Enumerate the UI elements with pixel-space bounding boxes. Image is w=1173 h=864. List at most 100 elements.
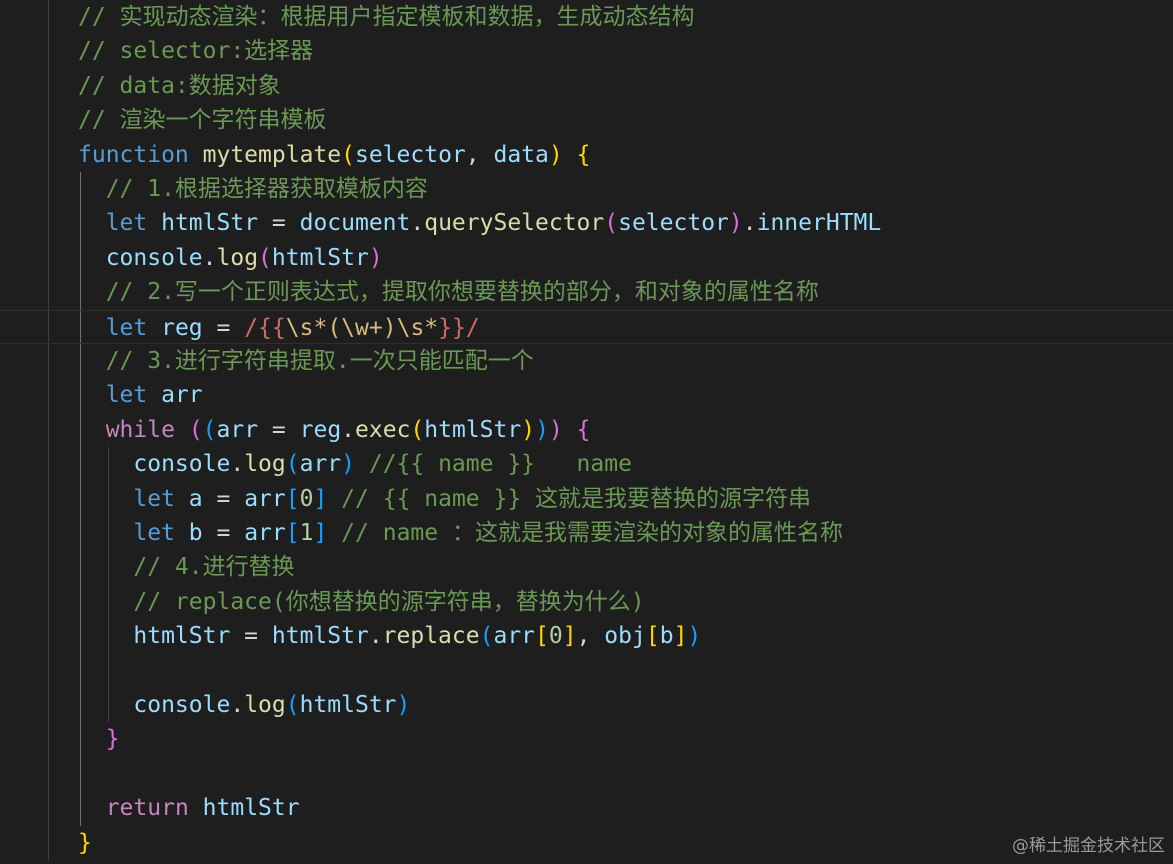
code-line-htmlstr-replace[interactable]: htmlStr = htmlStr.replace(arr[0], obj[b]… [0, 619, 1173, 653]
token: ] [313, 485, 328, 512]
token: \s [285, 314, 314, 341]
code-line-console-log-1[interactable]: console.log(htmlStr) [0, 241, 1173, 275]
code-line-let-b[interactable]: let b = arr[1] // name ：这就是我需要渲染的对象的属性名称 [0, 516, 1173, 550]
token: , [465, 141, 494, 168]
token: ( [410, 416, 425, 443]
code-line-while-loop[interactable]: while ((arr = reg.exec(htmlStr))) { [0, 413, 1173, 447]
code-line-let-htmlstr[interactable]: let htmlStr = document.querySelector(sel… [0, 206, 1173, 240]
token: // {{ name }} 这就是我要替换的源字符串 [327, 485, 812, 512]
token: 0 [299, 485, 314, 512]
token: // name ：这就是我需要渲染的对象的属性名称 [327, 520, 843, 546]
token: // 渲染一个字符串模板 [78, 107, 327, 134]
token: let [105, 210, 148, 237]
code-line-comment-data[interactable]: // data:数据对象 [0, 69, 1173, 103]
token: document [299, 210, 411, 237]
token: , [576, 623, 605, 650]
token: log [216, 244, 259, 271]
token: ( [285, 451, 300, 478]
token: htmlStr [271, 623, 369, 650]
token: ) [687, 623, 702, 650]
token: . [230, 451, 245, 478]
code-line-console-log-arr[interactable]: console.log(arr) //{{ name }} name [0, 447, 1173, 481]
token: [ [285, 485, 300, 512]
token: [ [535, 623, 549, 650]
token: + [368, 314, 383, 341]
code-line-let-reg[interactable]: let reg = /{{\s*(\w+)\s*}}/ [0, 309, 1173, 344]
token: = [258, 416, 300, 443]
token: ) [521, 416, 536, 443]
token: b [659, 623, 674, 650]
code-line-comment-step-1[interactable]: // 1.根据选择器获取模板内容 [0, 172, 1173, 206]
code-line-while-close[interactable]: } [0, 722, 1173, 756]
token: function [78, 141, 189, 168]
token: while [105, 416, 175, 443]
token: * [424, 314, 439, 341]
token: b [188, 520, 203, 546]
token: ( [202, 416, 217, 443]
token: // 1.根据选择器获取模板内容 [78, 176, 428, 202]
token: innerHTML [756, 210, 882, 237]
token: data [493, 141, 549, 168]
token: htmlStr [424, 416, 522, 443]
code-line-function-close[interactable]: } [0, 826, 1173, 860]
code-line-let-a[interactable]: let a = arr[0] // {{ name }} 这就是我要替换的源字符… [0, 482, 1173, 516]
token: htmlStr [133, 623, 231, 650]
token: obj [604, 623, 646, 650]
token: exec [355, 416, 411, 443]
token: ] [673, 623, 688, 650]
token: // 2.写一个正则表达式，提取你想要替换的部分，和对象的属性名称 [78, 279, 819, 306]
token: . [410, 210, 425, 237]
token: selector [354, 141, 466, 168]
code-line-function-declaration[interactable]: function mytemplate(selector, data) { [0, 138, 1173, 172]
token: ( [285, 692, 300, 718]
token: arr [161, 382, 203, 409]
token: }}/ [438, 314, 480, 341]
token: let [133, 485, 175, 512]
token: // data:数据对象 [78, 72, 281, 99]
token: arr [244, 485, 286, 512]
token: querySelector [424, 210, 605, 237]
code-line-comment-render-desc[interactable]: // 实现动态渲染：根据用户指定模板和数据，生成动态结构 [0, 0, 1173, 34]
token: { [576, 141, 591, 168]
token: return [105, 795, 189, 822]
token: // 3.进行字符串提取.一次只能匹配一个 [78, 348, 534, 374]
code-line-comment-template[interactable]: // 渲染一个字符串模板 [0, 103, 1173, 137]
token: ) [548, 141, 563, 168]
token: ) [382, 314, 397, 341]
token: let [105, 314, 148, 341]
token: = [258, 210, 300, 237]
code-line-blank-line-2[interactable] [0, 757, 1173, 791]
code-line-comment-step-2[interactable]: // 2.写一个正则表达式，提取你想要替换的部分，和对象的属性名称 [0, 275, 1173, 309]
token: 0 [548, 623, 563, 650]
token: \s [396, 314, 425, 341]
token: . [368, 623, 383, 650]
token: a [188, 485, 203, 512]
token: \w [341, 314, 369, 341]
code-line-blank-line-1[interactable] [0, 654, 1173, 688]
code-line-let-arr[interactable]: let arr [0, 378, 1173, 412]
code-line-comment-step-3[interactable]: // 3.进行字符串提取.一次只能匹配一个 [0, 344, 1173, 378]
code-line-comment-replace[interactable]: // replace(你想替换的源字符串，替换为什么) [0, 585, 1173, 619]
code-line-comment-selector[interactable]: // selector:选择器 [0, 34, 1173, 68]
code-line-comment-step-4[interactable]: // 4.进行替换 [0, 550, 1173, 584]
token: let [133, 520, 175, 546]
token: mytemplate [202, 141, 342, 168]
token: } [105, 726, 120, 753]
code-line-return-statement[interactable]: return htmlStr [0, 791, 1173, 825]
token: // selector:选择器 [78, 38, 314, 65]
code-editor[interactable]: // 实现动态渲染：根据用户指定模板和数据，生成动态结构 // selector:… [0, 0, 1173, 864]
token: /{{ [244, 314, 286, 341]
token: log [244, 451, 286, 478]
code-line-console-log-2[interactable]: console.log(htmlStr) [0, 688, 1173, 722]
token: htmlStr [271, 244, 369, 271]
token: htmlStr [161, 210, 259, 237]
